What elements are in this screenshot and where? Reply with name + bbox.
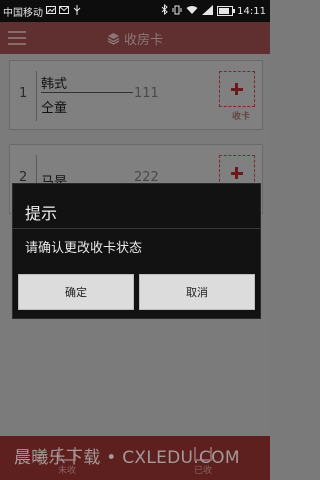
bluetooth-icon: [161, 3, 168, 18]
dialog-divider: [13, 228, 260, 229]
image-notification-icon: [46, 5, 56, 17]
usb-icon: [72, 4, 82, 18]
divider: [36, 71, 37, 121]
collect-card-label: 收卡: [231, 112, 250, 122]
confirm-dialog: 提示 请确认更改收卡状态 确定 取消: [12, 183, 261, 319]
card-index: 1: [19, 86, 28, 101]
bottom-tab-bar: 未收 已收 晨曦乐下载 • CXLEDU.COM: [0, 436, 270, 480]
confirm-button[interactable]: 确定: [18, 274, 134, 310]
divider: [41, 92, 133, 93]
clock: 14:11: [237, 5, 266, 17]
app-title-wrap: 收房卡: [0, 22, 270, 54]
room-card: 1 韩式 仝童 111 收卡: [9, 60, 263, 130]
dialog-message: 请确认更改收卡状态: [25, 241, 143, 256]
vibrate-icon: [172, 5, 182, 18]
cancel-button[interactable]: 取消: [139, 274, 255, 310]
status-bar: 中国移动 14:11: [0, 0, 270, 22]
battery-icon: [217, 6, 236, 16]
carrier-label: 中国移动: [3, 7, 43, 19]
layers-icon: [107, 32, 120, 45]
guest-name-secondary: 仝童: [41, 101, 68, 116]
signal-icon: [202, 4, 214, 18]
guest-name: 韩式: [41, 77, 68, 92]
app-title: 收房卡: [123, 32, 163, 48]
dialog-title: 提示: [25, 204, 58, 223]
wifi-icon: [186, 5, 198, 18]
app-bar: 收房卡: [0, 22, 270, 54]
room-number: 111: [134, 86, 159, 101]
dialog-button-row: 确定 取消: [18, 274, 255, 310]
watermark-text: 晨曦乐下载 • CXLEDU.COM: [14, 448, 240, 468]
collect-card-button[interactable]: [219, 71, 255, 107]
message-notification-icon: [59, 5, 69, 17]
